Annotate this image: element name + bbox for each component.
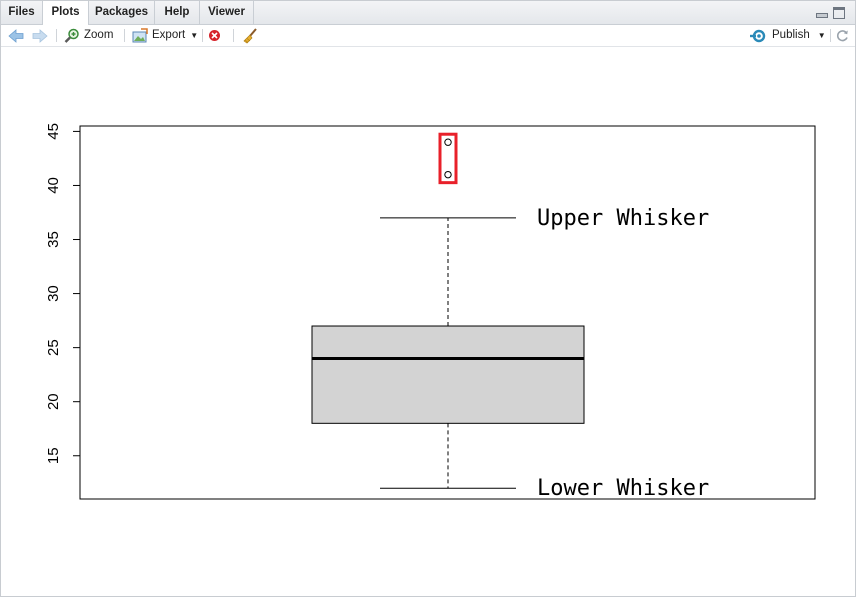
publish-label: Publish <box>772 29 810 41</box>
zoom-label: Zoom <box>84 29 114 41</box>
y-tick-label: 20 <box>45 393 62 410</box>
clear-all-plots-button[interactable] <box>241 25 258 46</box>
toolbar-divider <box>124 29 125 42</box>
publish-button[interactable]: Publish ▼ <box>750 25 826 46</box>
zoom-button[interactable]: Zoom <box>64 25 113 46</box>
tab-plots[interactable]: Plots <box>43 1 89 25</box>
tab-viewer[interactable]: Viewer <box>200 1 254 24</box>
plots-toolbar: Zoom Export ▼ Publish ▼ <box>1 25 855 47</box>
publish-icon <box>750 29 768 43</box>
maximize-pane-icon[interactable] <box>833 7 845 19</box>
tab-packages[interactable]: Packages <box>89 1 155 24</box>
interquartile-box <box>311 325 585 424</box>
toolbar-divider <box>233 29 234 42</box>
minimize-pane-icon[interactable] <box>816 13 828 18</box>
remove-plot-icon <box>208 29 221 42</box>
chevron-down-icon: ▼ <box>190 31 199 40</box>
back-arrow-icon[interactable] <box>8 25 24 46</box>
pane-tab-bar: Files Plots Packages Help Viewer <box>1 1 855 25</box>
y-tick-label: 30 <box>45 285 62 302</box>
outliers <box>438 132 458 185</box>
toolbar-divider <box>830 29 831 42</box>
toolbar-divider <box>202 29 203 42</box>
remove-plot-button[interactable] <box>208 25 221 46</box>
export-label: Export <box>152 29 186 41</box>
toolbar-divider <box>56 29 57 42</box>
y-tick-label: 45 <box>45 123 62 140</box>
upper-whisker-annotation: Upper Whisker <box>537 206 709 231</box>
outlier-point <box>444 170 452 179</box>
y-tick-label: 15 <box>45 447 62 464</box>
export-button[interactable]: Export ▼ <box>132 25 198 46</box>
lower-whisker-annotation: Lower Whisker <box>537 476 709 501</box>
outlier-point <box>444 138 452 146</box>
y-tick-label: 40 <box>45 177 62 194</box>
tab-files[interactable]: Files <box>1 1 43 24</box>
boxplot-chart: 15 20 25 30 35 40 45 Upper Whisker Lower Whisk… <box>45 123 816 501</box>
forward-arrow-icon[interactable] <box>32 25 48 46</box>
boxplot <box>311 217 585 489</box>
y-axis: 15 20 25 30 35 40 45 <box>45 123 81 464</box>
rstudio-plots-pane: Files Plots Packages Help Viewer Zoom Ex… <box>0 0 856 597</box>
tab-help[interactable]: Help <box>155 1 200 24</box>
refresh-icon[interactable] <box>836 25 849 46</box>
y-tick-label: 35 <box>45 231 62 248</box>
y-tick-label: 25 <box>45 339 62 356</box>
zoom-icon <box>64 28 80 44</box>
broom-icon <box>241 27 258 44</box>
export-image-icon <box>132 27 148 44</box>
chevron-down-icon: ▼ <box>817 31 826 40</box>
